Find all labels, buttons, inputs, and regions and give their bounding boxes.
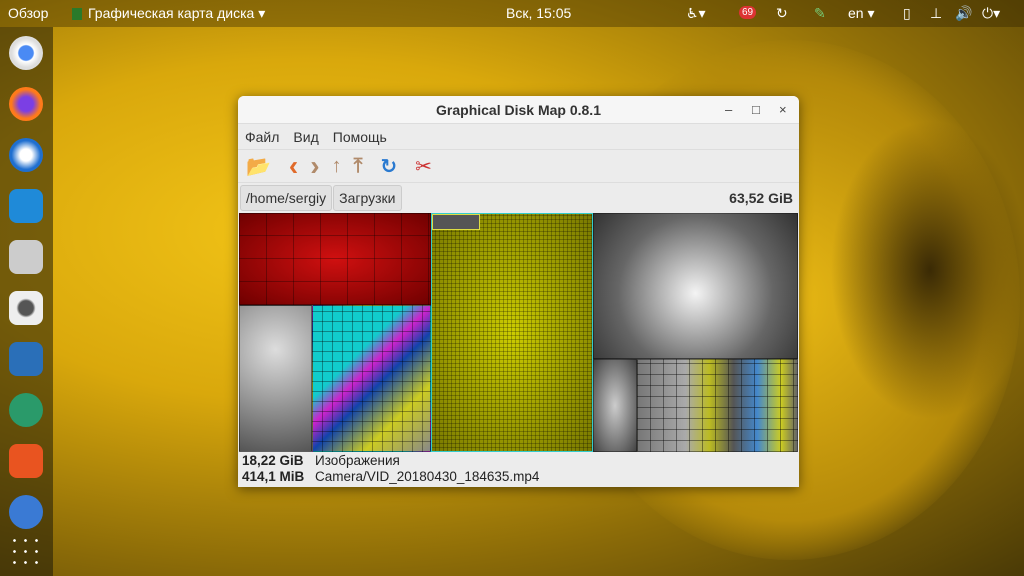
language-selector[interactable]: en ▾ bbox=[848, 5, 875, 22]
atom-icon[interactable] bbox=[9, 393, 43, 427]
rhythmbox-icon[interactable] bbox=[9, 291, 43, 325]
clock[interactable]: Вск, 15:05 bbox=[506, 5, 571, 21]
software-icon[interactable] bbox=[9, 444, 43, 478]
treemap-block-gray[interactable] bbox=[239, 305, 312, 452]
menu-bar: Файл Вид Помощь bbox=[238, 124, 799, 150]
activities-button[interactable]: Обзор bbox=[8, 5, 48, 21]
sync-icon[interactable]: ↻ bbox=[776, 5, 788, 22]
file-size: 414,1 MiB bbox=[242, 469, 305, 484]
disk-map-window: Graphical Disk Map 0.8.1 – □ × Файл Вид … bbox=[238, 96, 799, 487]
phone-icon[interactable]: ▯ bbox=[903, 5, 911, 22]
accessibility-icon[interactable]: ♿▾ bbox=[686, 5, 706, 22]
settings-icon[interactable]: ✂ bbox=[415, 154, 432, 179]
files-icon[interactable] bbox=[9, 240, 43, 274]
up-icon[interactable]: ↑ bbox=[332, 155, 342, 178]
top-bar: Обзор Графическая карта диска ▾ Вск, 15:… bbox=[0, 0, 1024, 27]
forward-icon[interactable]: › bbox=[310, 150, 319, 182]
status-area: 18,22 GiB Изображения 414,1 MiB Camera/VID… bbox=[242, 453, 539, 485]
menu-view[interactable]: Вид bbox=[293, 124, 318, 149]
treemap-block-mixed[interactable] bbox=[312, 305, 431, 452]
back-icon[interactable]: ‹ bbox=[289, 150, 298, 182]
treemap-block-yellow[interactable] bbox=[431, 213, 593, 452]
title-bar: Graphical Disk Map 0.8.1 – □ × bbox=[238, 96, 799, 124]
minimize-button[interactable]: – bbox=[725, 96, 732, 124]
dir-name: Изображения bbox=[315, 453, 400, 468]
dock bbox=[0, 27, 53, 576]
firefox-icon[interactable] bbox=[9, 87, 43, 121]
toolbar: 📂 ‹ › ↑ ⤒ ↻ ✂ bbox=[238, 150, 799, 183]
app-icon bbox=[72, 8, 82, 20]
tray-icon[interactable]: ✎ bbox=[814, 5, 826, 22]
path-segment-downloads[interactable]: Загрузки bbox=[333, 185, 402, 211]
network-icon[interactable]: ⊥ bbox=[930, 5, 942, 22]
writer-icon[interactable] bbox=[9, 342, 43, 376]
treemap-block-selected[interactable] bbox=[432, 214, 480, 230]
menu-help[interactable]: Помощь bbox=[333, 124, 387, 149]
dir-size: 18,22 GiB bbox=[242, 453, 304, 468]
treemap-block-gray-small[interactable] bbox=[593, 359, 637, 452]
treemap-block-red[interactable] bbox=[239, 213, 431, 305]
disk-treemap[interactable] bbox=[239, 213, 798, 452]
app-menu[interactable]: Графическая карта диска ▾ bbox=[88, 5, 265, 22]
treemap-block-mixed-2[interactable] bbox=[637, 359, 798, 452]
path-bar: /home/sergiy Загрузки 63,52 GiB bbox=[238, 183, 799, 213]
volume-icon[interactable]: 🔊 bbox=[955, 5, 972, 22]
treemap-block-gray-large[interactable] bbox=[593, 213, 798, 359]
close-button[interactable]: × bbox=[779, 96, 787, 124]
thunderbird-icon[interactable] bbox=[9, 138, 43, 172]
total-size: 63,52 GiB bbox=[729, 190, 793, 206]
show-apps-icon[interactable] bbox=[9, 535, 43, 569]
window-title: Graphical Disk Map 0.8.1 bbox=[436, 102, 601, 118]
vscode-icon[interactable] bbox=[9, 189, 43, 223]
power-icon[interactable]: ⏻▾ bbox=[982, 5, 1000, 22]
chrome-icon[interactable] bbox=[9, 36, 43, 70]
file-name: Camera/VID_20180430_184635.mp4 bbox=[315, 469, 540, 484]
menu-file[interactable]: Файл bbox=[245, 124, 279, 149]
top-icon[interactable]: ⤒ bbox=[354, 155, 363, 178]
notification-badge[interactable]: 69 bbox=[739, 6, 757, 19]
help-icon[interactable] bbox=[9, 495, 43, 529]
refresh-icon[interactable]: ↻ bbox=[380, 154, 397, 179]
open-folder-icon[interactable]: 📂 bbox=[246, 154, 271, 179]
path-segment-home[interactable]: /home/sergiy bbox=[240, 185, 333, 211]
maximize-button[interactable]: □ bbox=[752, 96, 760, 124]
